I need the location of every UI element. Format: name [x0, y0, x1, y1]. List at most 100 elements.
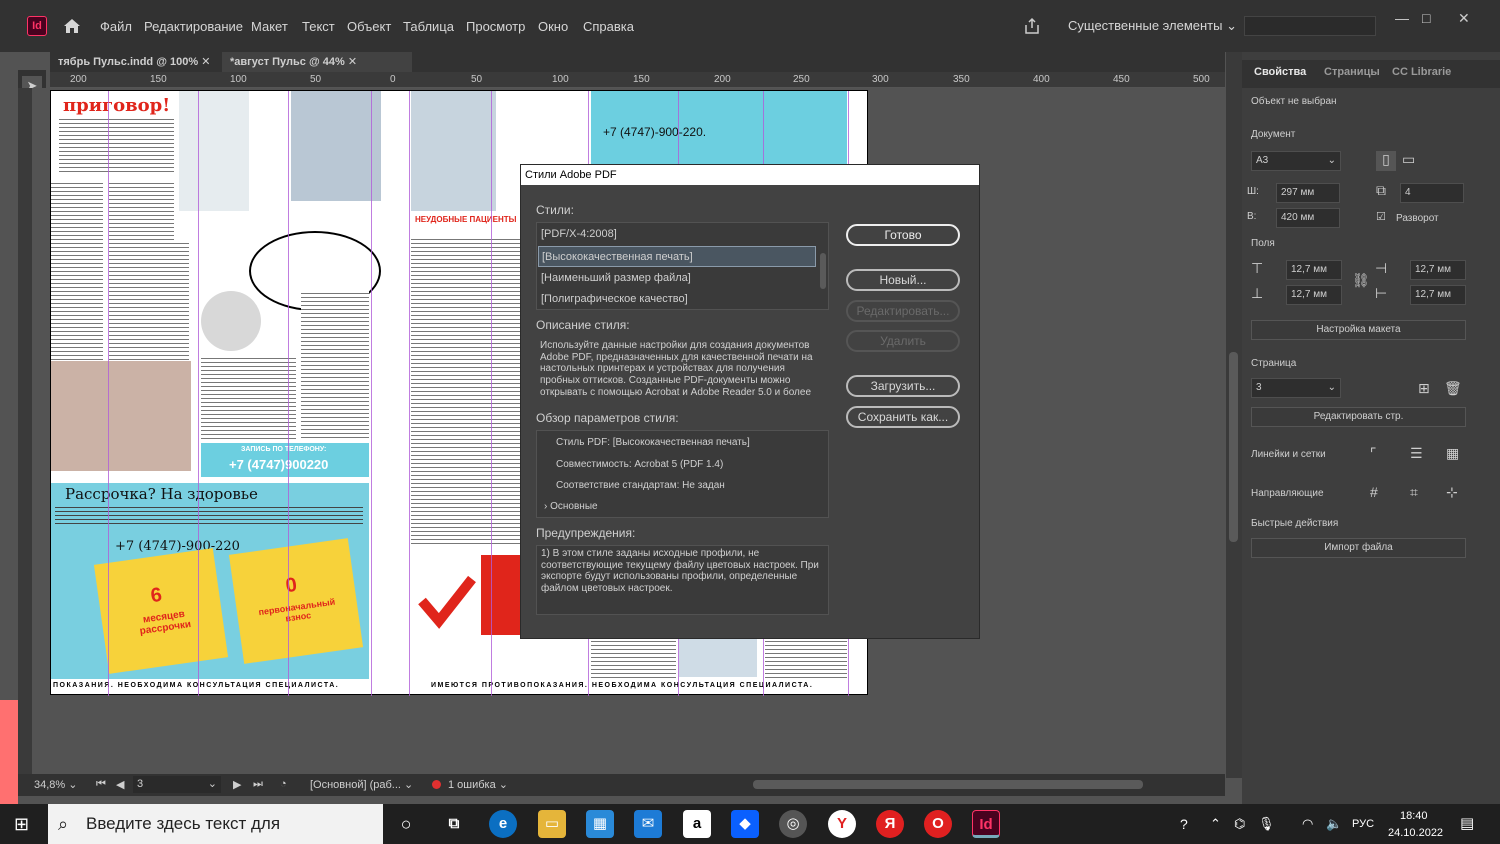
done-button[interactable]: Готово — [846, 224, 960, 246]
style-item[interactable]: [Полиграфическое качество] — [538, 289, 816, 310]
yandex-icon[interactable]: Я — [876, 810, 904, 838]
microphone-icon[interactable]: 🎙 — [1258, 816, 1275, 832]
edge-icon[interactable]: e — [489, 810, 517, 838]
taskbar-search-input[interactable]: ⌕ Введите здесь текст для — [48, 804, 383, 844]
task-view-icon[interactable]: ⧉ — [440, 810, 468, 838]
disclaimer-left[interactable]: ПОКАЗАНИЯ. НЕОБХОДИМА КОНСУЛЬТАЦИЯ СПЕЦИ… — [51, 679, 369, 693]
maximize-icon[interactable]: □ — [1422, 10, 1430, 26]
tab-properties[interactable]: Свойства — [1254, 66, 1306, 78]
minimize-icon[interactable]: — — [1395, 10, 1409, 26]
red-box[interactable]: НЕУДОБНЫЕ ПАЦИЕНТЫ — [411, 211, 521, 233]
preflight-profile-icon[interactable]: ◔ — [280, 778, 287, 790]
margin-top-field[interactable]: 12,7 мм — [1286, 260, 1342, 280]
article-column[interactable] — [411, 237, 521, 547]
height-field[interactable]: 420 мм — [1276, 208, 1340, 228]
summary-item-expandable[interactable]: › Основные — [544, 501, 598, 513]
link-icon[interactable]: ⛓ — [1352, 272, 1370, 289]
photo-patient[interactable] — [201, 291, 261, 351]
opera-icon[interactable]: O — [924, 810, 952, 838]
clock-date[interactable]: 24.10.2022 — [1388, 827, 1443, 839]
width-field[interactable]: 297 мм — [1276, 183, 1340, 203]
pages-count-field[interactable]: 4 — [1400, 183, 1464, 203]
first-page-icon[interactable]: ⏮ — [96, 778, 106, 791]
notifications-icon[interactable]: ▤ — [1460, 814, 1474, 832]
photo-legs[interactable] — [179, 91, 249, 211]
article-column[interactable] — [301, 291, 369, 441]
last-page-icon[interactable]: ⏭ — [253, 778, 263, 791]
scroll-thumb[interactable] — [1229, 352, 1238, 542]
headline-box[interactable]: приговор! — [51, 91, 176, 116]
wifi-icon[interactable]: ◠ — [1302, 816, 1313, 832]
style-item-selected[interactable]: [Высококачественная печать] — [538, 246, 816, 267]
margin-bottom-field[interactable]: 12,7 мм — [1286, 285, 1342, 305]
close-icon[interactable]: ✕ — [1458, 10, 1470, 27]
sticker-installment[interactable]: 6 месяцев рассрочки — [93, 548, 229, 674]
file-explorer-icon[interactable]: ▭ — [538, 810, 566, 838]
disclaimer-right[interactable]: ИМЕЮТСЯ ПРОТИВОПОКАЗАНИЯ. НЕОБХОДИМА КОН… — [411, 679, 847, 693]
horizontal-ruler[interactable]: 200 150 100 50 0 50 100 150 200 250 300 … — [50, 72, 1225, 88]
amazon-icon[interactable]: a — [683, 810, 711, 838]
portrait-icon[interactable]: ▯ — [1376, 151, 1396, 171]
phone-box[interactable]: ЗАПИСЬ ПО ТЕЛЕФОНУ: +7 (4747)900220 — [201, 443, 369, 477]
menu-text[interactable]: Текст — [302, 19, 335, 34]
menu-edit[interactable]: Редактирование — [144, 19, 243, 34]
delete-page-icon[interactable]: 🗑 — [1444, 380, 1462, 397]
load-button[interactable]: Загрузить... — [846, 375, 960, 397]
workspace-switcher[interactable]: Существенные элементы ⌄ — [1068, 18, 1237, 34]
next-page-icon[interactable]: ▶ — [233, 778, 241, 791]
errors-select[interactable]: 1 ошибка ⌄ — [448, 778, 508, 791]
search-input[interactable] — [1244, 16, 1376, 36]
guides-icon[interactable]: # — [1370, 484, 1378, 500]
dropbox-icon[interactable]: ◆ — [731, 810, 759, 838]
edit-page-button[interactable]: Редактировать стр. — [1251, 407, 1466, 427]
landscape-icon[interactable]: ▭ — [1402, 151, 1415, 168]
menu-file[interactable]: Файл — [100, 19, 132, 34]
lock-guides-icon[interactable]: ⊹ — [1446, 484, 1458, 501]
style-select[interactable]: [Основной] (раб... ⌄ — [310, 778, 413, 791]
close-tab-icon[interactable]: ✕ — [201, 56, 210, 68]
share-icon[interactable] — [1022, 16, 1042, 36]
baseline-grid-icon[interactable]: ☰ — [1410, 445, 1423, 462]
indesign-app-icon[interactable]: Id — [27, 16, 47, 36]
prev-page-icon[interactable]: ◀ — [116, 778, 124, 791]
photo-bottom[interactable] — [679, 639, 757, 677]
top-ad[interactable]: +7 (4747)-900-220. — [591, 91, 847, 166]
smart-guides-icon[interactable]: ⌗ — [1410, 484, 1418, 501]
add-page-icon[interactable]: ⊞ — [1418, 380, 1430, 397]
photo-doctor-2[interactable] — [411, 91, 496, 211]
margin-left-field[interactable]: 12,7 мм — [1410, 285, 1466, 305]
page-size-select[interactable]: А3 ⌄ — [1251, 151, 1341, 171]
close-tab-icon[interactable]: ✕ — [348, 56, 357, 68]
menu-view[interactable]: Просмотр — [466, 19, 525, 34]
delete-button[interactable]: Удалить — [846, 330, 960, 352]
ruler-icon[interactable]: ⌜ — [1370, 445, 1377, 462]
tab-august[interactable]: *август Пульс @ 44% ✕ — [222, 52, 412, 72]
horizontal-scrollbar[interactable] — [753, 780, 1143, 789]
help-icon[interactable]: ? — [1180, 816, 1188, 832]
menu-layout[interactable]: Макет — [251, 19, 288, 34]
mail-icon[interactable]: ✉ — [634, 810, 662, 838]
import-file-button[interactable]: Импорт файла — [1251, 538, 1466, 558]
article-text[interactable] — [59, 117, 174, 175]
clock-time[interactable]: 18:40 — [1400, 810, 1428, 822]
tab-september[interactable]: тябрь Пульс.indd @ 100% ✕ — [50, 52, 218, 72]
checkbox-checked-icon[interactable]: ☑ — [1376, 210, 1386, 223]
summary-box[interactable]: Стиль PDF: [Высококачественная печать] С… — [536, 430, 829, 518]
article-column[interactable] — [591, 639, 676, 679]
style-item[interactable]: [Наименьший размер файла] — [538, 268, 816, 289]
document-grid-icon[interactable]: ▦ — [1446, 445, 1459, 462]
article-column[interactable] — [201, 356, 296, 441]
page-number-field[interactable]: 3 ⌄ — [133, 776, 221, 793]
sticker-downpayment[interactable]: 0 первоначальный взнос — [228, 538, 364, 664]
yandex-browser-icon[interactable]: Y — [828, 810, 856, 838]
article-column[interactable] — [765, 639, 847, 679]
tab-pages[interactable]: Страницы — [1324, 66, 1380, 78]
checkmark-ad[interactable] — [411, 551, 521, 679]
edit-button[interactable]: Редактировать... — [846, 300, 960, 322]
layout-settings-button[interactable]: Настройка макета — [1251, 320, 1466, 340]
indesign-taskbar-icon[interactable]: Id — [972, 810, 1000, 838]
style-item[interactable]: [PDF/X-4:2008] — [538, 224, 816, 245]
article-column[interactable] — [51, 181, 103, 391]
app-icon[interactable]: ◎ — [779, 810, 807, 838]
cortana-icon[interactable]: ○ — [392, 810, 420, 838]
